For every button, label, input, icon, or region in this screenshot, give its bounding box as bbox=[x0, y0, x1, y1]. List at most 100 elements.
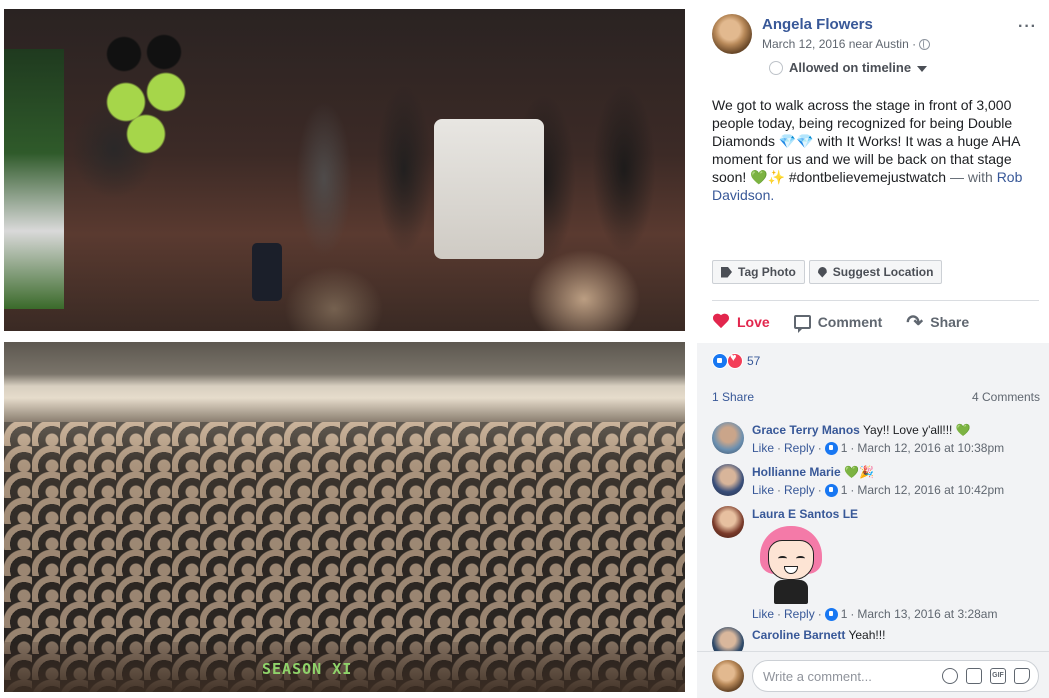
audience-label: Allowed on timeline bbox=[789, 60, 912, 75]
dot-separator: · bbox=[777, 607, 782, 621]
post-text: We got to walk across the stage in front… bbox=[712, 96, 1042, 204]
like-reaction-icon bbox=[712, 353, 728, 369]
post-meta: March 12, 2016 near Austin · bbox=[762, 37, 931, 51]
dot-separator: · bbox=[817, 441, 822, 455]
photo-viewer: SEASON XI bbox=[0, 0, 692, 698]
love-reaction-icon bbox=[727, 352, 743, 369]
heart-icon bbox=[712, 314, 730, 331]
location-pin-icon bbox=[817, 266, 827, 278]
tag-photo-button[interactable]: Tag Photo bbox=[712, 260, 805, 284]
comment-like-link[interactable]: Like bbox=[752, 440, 774, 456]
post-header: Angela Flowers March 12, 2016 near Austi… bbox=[712, 14, 1037, 84]
commenter-name[interactable]: Grace Terry Manos bbox=[752, 423, 860, 437]
comment-body: Caroline Barnett Yeah!!! bbox=[752, 627, 1040, 643]
comment-meta: Like · Reply · 1 · March 12, 2016 at 10:42p… bbox=[752, 482, 1040, 498]
comment-count-link[interactable]: 4 Comments bbox=[972, 390, 1040, 404]
commenter-avatar[interactable] bbox=[712, 627, 744, 651]
author-avatar[interactable] bbox=[712, 14, 752, 54]
share-icon bbox=[906, 310, 923, 335]
comment-button[interactable]: Comment bbox=[793, 314, 883, 333]
comment-text: 💚🎉 bbox=[840, 465, 874, 479]
share-count-link[interactable]: 1 Share bbox=[712, 390, 754, 404]
comment-like-link[interactable]: Like bbox=[752, 482, 774, 498]
sticker-eye bbox=[796, 556, 805, 561]
like-count-icon bbox=[824, 441, 838, 455]
comment-meta: Like · Reply · 1 · March 13, 2016 at 3:28am bbox=[752, 606, 1040, 622]
it-works-banner bbox=[4, 49, 64, 309]
post-actions: Love Comment Share bbox=[712, 310, 1039, 335]
radio-icon bbox=[769, 60, 783, 75]
commenter-avatar[interactable] bbox=[712, 506, 744, 538]
dot-separator: · bbox=[850, 607, 855, 621]
comment-item: Caroline Barnett Yeah!!! bbox=[712, 627, 1040, 651]
like-count-icon bbox=[824, 483, 838, 497]
dot-separator: · bbox=[850, 483, 855, 497]
auditorium-balcony bbox=[4, 342, 685, 422]
balloon-cluster bbox=[104, 34, 194, 154]
comment-text: Yeah!!! bbox=[845, 628, 886, 642]
share-button[interactable]: Share bbox=[906, 310, 970, 335]
comment-reply-link[interactable]: Reply bbox=[784, 440, 815, 456]
sticker-icon[interactable] bbox=[1014, 668, 1030, 684]
love-label: Love bbox=[737, 314, 770, 330]
comment-timestamp[interactable]: March 12, 2016 at 10:42pm bbox=[857, 482, 1004, 498]
commenter-avatar[interactable] bbox=[712, 422, 744, 454]
comment-text: Yay!! Love y'all!!! 💚 bbox=[859, 423, 971, 437]
sticker-body bbox=[774, 580, 808, 604]
comment-input[interactable]: Write a comment... GIF bbox=[752, 660, 1039, 692]
comment-composer: Write a comment... GIF bbox=[697, 651, 1049, 698]
share-label: Share bbox=[930, 314, 970, 330]
dot-separator: · bbox=[817, 483, 822, 497]
love-button[interactable]: Love bbox=[712, 314, 770, 331]
crowd-photo[interactable]: SEASON XI bbox=[4, 342, 685, 692]
caret-down-icon bbox=[917, 65, 928, 72]
stats-row: 1 Share 4 Comments bbox=[712, 390, 1040, 404]
more-options-icon[interactable]: ··· bbox=[1018, 18, 1037, 36]
dot-separator: · bbox=[777, 441, 782, 455]
post-date-location[interactable]: March 12, 2016 near Austin · bbox=[762, 37, 916, 51]
with-label: — with bbox=[946, 169, 997, 185]
reaction-count: 57 bbox=[747, 354, 761, 368]
stage-sign-text: SEASON XI bbox=[262, 660, 353, 678]
divider bbox=[712, 300, 1039, 301]
comment-label: Comment bbox=[817, 314, 883, 330]
comment-input-placeholder: Write a comment... bbox=[763, 668, 872, 684]
suggest-location-label: Suggest Location bbox=[832, 265, 934, 279]
reaction-summary[interactable]: 57 bbox=[712, 352, 761, 369]
camera-icon[interactable] bbox=[966, 668, 982, 684]
comment-timestamp[interactable]: March 13, 2016 at 3:28am bbox=[857, 606, 997, 622]
audience-phone bbox=[252, 243, 282, 301]
commenter-avatar[interactable] bbox=[712, 464, 744, 496]
photo-tools: Tag Photo Suggest Location bbox=[712, 260, 943, 284]
gif-icon[interactable]: GIF bbox=[990, 668, 1006, 684]
current-user-avatar bbox=[712, 660, 744, 692]
commenter-name[interactable]: Laura E Santos LE bbox=[752, 507, 858, 521]
emoji-icon[interactable] bbox=[942, 668, 958, 684]
comment-meta: Like · Reply · 1 · March 12, 2016 at 10:38p… bbox=[752, 440, 1040, 456]
comment-like-count[interactable]: 1 bbox=[841, 440, 848, 456]
comment-like-link[interactable]: Like bbox=[752, 606, 774, 622]
comment-reply-link[interactable]: Reply bbox=[784, 482, 815, 498]
sticker-image[interactable] bbox=[758, 526, 824, 604]
suggest-location-button[interactable]: Suggest Location bbox=[808, 260, 943, 284]
tag-photo-label: Tag Photo bbox=[738, 265, 796, 279]
commenter-name[interactable]: Hollianne Marie bbox=[752, 465, 841, 479]
sticker-face bbox=[768, 540, 814, 580]
globe-icon[interactable] bbox=[919, 38, 931, 50]
comment-timestamp[interactable]: March 12, 2016 at 10:38pm bbox=[857, 440, 1004, 456]
comment-reply-link[interactable]: Reply bbox=[784, 606, 815, 622]
like-count-icon bbox=[824, 607, 838, 621]
commenter-name[interactable]: Caroline Barnett bbox=[752, 628, 845, 642]
dot-separator: · bbox=[777, 483, 782, 497]
timeline-audience-selector[interactable]: Allowed on timeline bbox=[769, 60, 928, 75]
comment-icon bbox=[793, 315, 811, 333]
comment-body: Hollianne Marie 💚🎉 Like · Reply · 1 · March… bbox=[752, 464, 1040, 498]
stage-photo[interactable] bbox=[4, 9, 685, 331]
stage-chair bbox=[434, 119, 544, 259]
comment-body: Laura E Santos LE Like · Reply · 1 · March … bbox=[752, 506, 1040, 622]
comment-like-count[interactable]: 1 bbox=[841, 606, 848, 622]
composer-tools: GIF bbox=[942, 668, 1030, 684]
author-name[interactable]: Angela Flowers bbox=[762, 16, 873, 33]
comment-like-count[interactable]: 1 bbox=[841, 482, 848, 498]
sticker-eye bbox=[778, 556, 787, 561]
